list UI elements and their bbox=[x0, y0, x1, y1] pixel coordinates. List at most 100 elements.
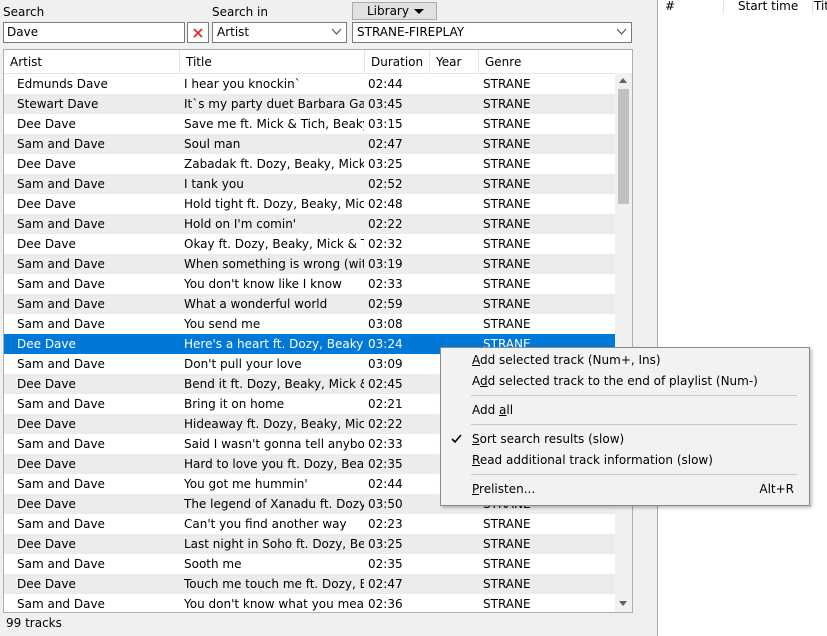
cell-artist: Dee Dave bbox=[17, 577, 76, 591]
cell-title: Bend it ft. Dozy, Beaky, Mick & ... bbox=[184, 377, 364, 391]
menu-item-add-to-end[interactable]: Add selected track to the end of playlis… bbox=[441, 370, 809, 392]
cell-duration: 02:32 bbox=[368, 237, 403, 251]
table-row[interactable]: Sam and Dave Can't you find another way 02… bbox=[4, 514, 616, 534]
cell-artist: Sam and Dave bbox=[17, 517, 105, 531]
menu-item-prelisten[interactable]: Prelisten... Alt+R bbox=[441, 478, 809, 500]
cell-title: Touch me touch me ft. Dozy, Be... bbox=[184, 577, 364, 591]
menu-item-text: A bbox=[472, 374, 480, 388]
cell-artist: Sam and Dave bbox=[17, 297, 105, 311]
cell-title: You don't know what you mean ... bbox=[184, 597, 364, 611]
table-row[interactable]: Sam and Dave I tank you 02:52 STRANE bbox=[4, 174, 616, 194]
cell-title: What a wonderful world bbox=[184, 297, 328, 311]
menu-item-sort-results[interactable]: Sort search results (slow) bbox=[441, 428, 809, 450]
column-header-genre[interactable]: Genre bbox=[479, 50, 616, 74]
cell-artist: Dee Dave bbox=[17, 417, 76, 431]
menu-item-text: ead additional track information (slow) bbox=[479, 453, 713, 467]
menu-item-read-info[interactable]: Read additional track information (slow) bbox=[441, 449, 809, 471]
cell-title: You send me bbox=[184, 317, 261, 331]
cell-artist: Sam and Dave bbox=[17, 257, 105, 271]
cell-genre: STRANE bbox=[483, 297, 531, 311]
playlist-panel[interactable]: # Start time Tit bbox=[657, 0, 827, 636]
table-row[interactable]: Dee Dave Last night in Soho ft. Dozy, Bea… bbox=[4, 534, 616, 554]
cell-title: Okay ft. Dozy, Beaky, Mick & Tich bbox=[184, 237, 364, 251]
menu-item-add-all[interactable]: Add all bbox=[441, 399, 809, 421]
cell-title: Save me ft. Mick & Tich, Beaky ... bbox=[184, 117, 364, 131]
table-row[interactable]: Dee Dave Okay ft. Dozy, Beaky, Mick & Tic… bbox=[4, 234, 616, 254]
cell-artist: Sam and Dave bbox=[17, 597, 105, 611]
cell-artist: Sam and Dave bbox=[17, 397, 105, 411]
cell-artist: Sam and Dave bbox=[17, 177, 105, 191]
cell-title: Hold on I'm comin' bbox=[184, 217, 297, 231]
cell-title: Can't you find another way bbox=[184, 517, 347, 531]
search-in-label: Search in bbox=[212, 5, 268, 19]
cell-artist: Sam and Dave bbox=[17, 557, 105, 571]
library-select[interactable]: STRANE-FIREPLAY bbox=[352, 22, 632, 43]
playlist-column-start-time[interactable]: Start time bbox=[731, 0, 813, 14]
cell-title: You got me hummin' bbox=[184, 477, 308, 491]
chevron-down-icon bbox=[331, 28, 342, 35]
table-row[interactable]: Dee Dave Touch me touch me ft. Dozy, Be..… bbox=[4, 574, 616, 594]
menu-separator bbox=[471, 424, 797, 425]
search-label: Search bbox=[3, 5, 45, 19]
menu-item-text: d selected track to the end of playlist … bbox=[487, 374, 758, 388]
cell-artist: Dee Dave bbox=[17, 457, 76, 471]
cell-duration: 02:33 bbox=[368, 277, 403, 291]
table-row[interactable]: Sam and Dave Soul man 02:47 STRANE bbox=[4, 134, 616, 154]
table-row[interactable]: Sam and Dave Sooth me 02:35 STRANE bbox=[4, 554, 616, 574]
vertical-scrollbar[interactable] bbox=[615, 73, 632, 612]
column-header-artist[interactable]: Artist bbox=[4, 50, 180, 74]
table-row[interactable]: Sam and Dave You send me 03:08 STRANE bbox=[4, 314, 616, 334]
cell-genre: STRANE bbox=[483, 277, 531, 291]
cell-duration: 02:48 bbox=[368, 197, 403, 211]
cell-title: It`s my party duet Barbara Gaskin bbox=[184, 97, 364, 111]
clear-search-button[interactable] bbox=[187, 22, 209, 43]
cell-title: Soul man bbox=[184, 137, 241, 151]
table-row[interactable]: Sam and Dave You don't know like I know 02… bbox=[4, 274, 616, 294]
table-row[interactable]: Stewart Dave It`s my party duet Barbara G… bbox=[4, 94, 616, 114]
cell-genre: STRANE bbox=[483, 557, 531, 571]
cell-artist: Sam and Dave bbox=[17, 477, 105, 491]
table-row[interactable]: Dee Dave Save me ft. Mick & Tich, Beaky .… bbox=[4, 114, 616, 134]
library-button[interactable]: Library bbox=[352, 2, 437, 20]
menu-item-add-selected[interactable]: Add selected track (Num+, Ins) bbox=[441, 349, 809, 371]
column-header-title[interactable]: Title bbox=[180, 50, 365, 74]
cell-genre: STRANE bbox=[483, 597, 531, 611]
cell-genre: STRANE bbox=[483, 157, 531, 171]
track-list[interactable]: Artist Title Duration Year Genre Edmunds… bbox=[3, 49, 633, 613]
table-row[interactable]: Sam and Dave You don't know what you mean… bbox=[4, 594, 616, 612]
column-header-duration[interactable]: Duration bbox=[365, 50, 430, 74]
playlist-column-title[interactable]: Tit bbox=[807, 0, 827, 14]
cell-title: I tank you bbox=[184, 177, 244, 191]
cell-duration: 03:50 bbox=[368, 497, 403, 511]
search-in-select[interactable]: Artist bbox=[212, 22, 347, 43]
scroll-down-icon[interactable] bbox=[619, 601, 627, 606]
playlist-column-number[interactable]: # bbox=[658, 0, 724, 14]
menu-separator bbox=[471, 474, 797, 475]
cell-duration: 02:47 bbox=[368, 137, 403, 151]
menu-item-text: relisten... bbox=[479, 482, 536, 496]
column-header-year[interactable]: Year bbox=[430, 50, 479, 74]
table-row[interactable]: Dee Dave Zabadak ft. Dozy, Beaky, Mick &.… bbox=[4, 154, 616, 174]
cell-artist: Sam and Dave bbox=[17, 217, 105, 231]
cell-genre: STRANE bbox=[483, 577, 531, 591]
menu-item-mnemonic: S bbox=[472, 432, 480, 446]
table-row[interactable]: Sam and Dave What a wonderful world 02:59 S… bbox=[4, 294, 616, 314]
search-input[interactable]: Dave bbox=[3, 22, 185, 43]
cell-title: When something is wrong (with... bbox=[184, 257, 364, 271]
cell-title: You don't know like I know bbox=[184, 277, 342, 291]
cell-artist: Dee Dave bbox=[17, 117, 76, 131]
table-row[interactable]: Sam and Dave When something is wrong (wit… bbox=[4, 254, 616, 274]
cell-genre: STRANE bbox=[483, 217, 531, 231]
cell-duration: 02:59 bbox=[368, 297, 403, 311]
table-row[interactable]: Dee Dave Hold tight ft. Dozy, Beaky, Mick… bbox=[4, 194, 616, 214]
scrollbar-thumb[interactable] bbox=[618, 89, 629, 204]
cell-duration: 02:44 bbox=[368, 77, 403, 91]
close-icon bbox=[193, 27, 203, 38]
cell-title: Here's a heart ft. Dozy, Beaky, M... bbox=[184, 337, 364, 351]
cell-title: Hideaway ft. Dozy, Beaky, Mick ... bbox=[184, 417, 364, 431]
cell-title: Hold tight ft. Dozy, Beaky, Mick ... bbox=[184, 197, 364, 211]
cell-artist: Sam and Dave bbox=[17, 317, 105, 331]
table-row[interactable]: Edmunds Dave I hear you knockin` 02:44 STRA… bbox=[4, 74, 616, 94]
scroll-up-icon[interactable] bbox=[619, 78, 627, 83]
table-row[interactable]: Sam and Dave Hold on I'm comin' 02:22 STRAN… bbox=[4, 214, 616, 234]
